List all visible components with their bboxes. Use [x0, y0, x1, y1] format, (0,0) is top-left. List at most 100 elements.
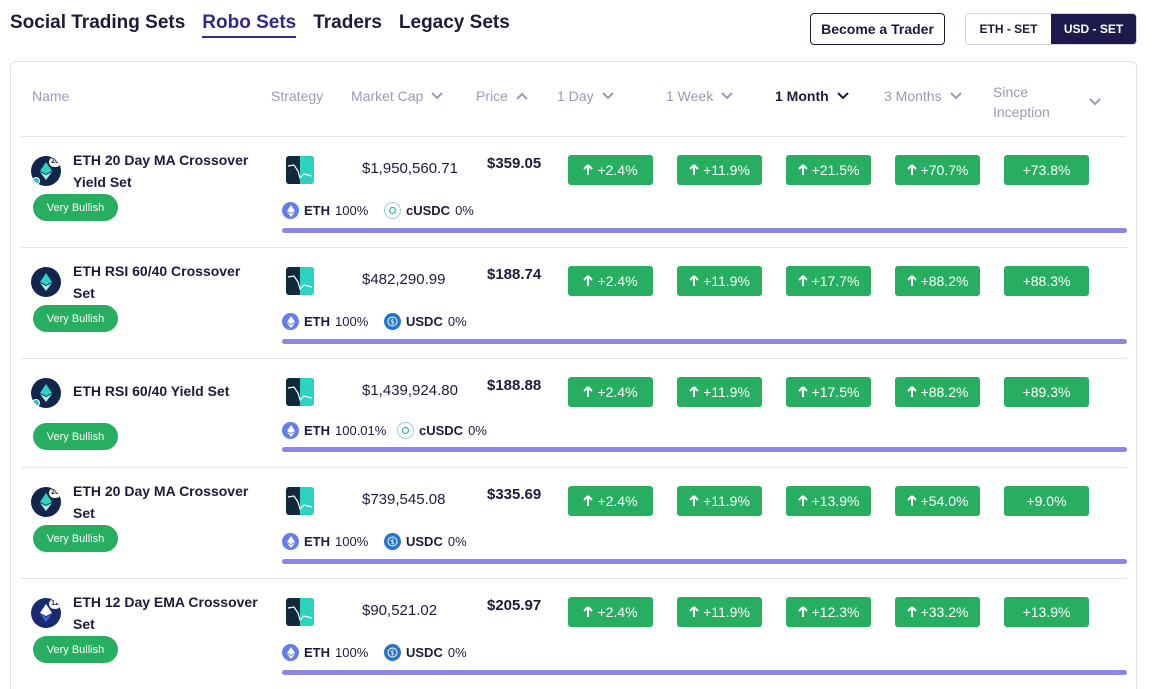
change-1-week[interactable]: +11.9%: [677, 597, 762, 627]
chevron-down-icon: [1089, 98, 1101, 106]
tab-legacy-sets[interactable]: Legacy Sets: [399, 12, 510, 38]
table-row[interactable]: 20 ETH 20 Day MA Crossover Yield Set Ver…: [21, 137, 1127, 248]
change-1-week[interactable]: +11.9%: [677, 155, 762, 185]
toggle-usd-set[interactable]: USD - SET: [1051, 14, 1136, 44]
price-value: $205.97: [487, 597, 542, 614]
eth-coin-icon: [282, 644, 299, 661]
set-name[interactable]: ETH 20 Day MA Crossover Set: [73, 480, 263, 524]
change-3-months[interactable]: +33.2%: [895, 597, 980, 627]
header-price[interactable]: Price: [476, 86, 528, 106]
allocation-percent: 100%: [335, 203, 369, 218]
change-since-inception[interactable]: +88.3%: [1004, 266, 1089, 296]
table-row[interactable]: 12 ETH 12 Day EMA Crossover Set Very Bul…: [21, 579, 1127, 689]
tab-social-trading-sets[interactable]: Social Trading Sets: [10, 12, 185, 38]
change-1-month[interactable]: +12.3%: [786, 597, 871, 627]
change-since-inception[interactable]: +73.8%: [1004, 155, 1089, 185]
change-1-week-value: +11.9%: [703, 384, 750, 400]
set-icon: 20: [31, 156, 61, 186]
header-1-month-label: 1 Month: [775, 88, 829, 104]
set-name[interactable]: ETH RSI 60/40 Yield Set: [73, 380, 263, 402]
arrow-up-icon: [689, 275, 699, 286]
eth-diamond-icon: [40, 273, 52, 291]
change-1-month[interactable]: +17.5%: [786, 377, 871, 407]
set-name[interactable]: ETH 20 Day MA Crossover Yield Set: [73, 149, 263, 193]
change-1-day[interactable]: +2.4%: [568, 155, 653, 185]
change-since-inception[interactable]: +89.3%: [1004, 377, 1089, 407]
arrow-up-icon: [583, 386, 594, 397]
change-since-inception-value: +88.3%: [1022, 273, 1071, 289]
change-1-month[interactable]: +17.7%: [786, 266, 871, 296]
arrow-up-icon: [797, 275, 808, 286]
allocation-percent: 100%: [335, 645, 369, 660]
cusdc-coin-icon: [397, 422, 414, 439]
robo-sets-table: Name Strategy Market Cap Price 1 Day 1 W…: [10, 61, 1137, 689]
chevron-down-icon: [601, 92, 614, 100]
table-row[interactable]: 20 ETH 20 Day MA Crossover Set Very Bull…: [21, 468, 1127, 579]
eth-coin-icon: [282, 533, 299, 550]
header-1-day[interactable]: 1 Day: [557, 86, 614, 106]
toggle-eth-set[interactable]: ETH - SET: [966, 14, 1051, 44]
change-1-week[interactable]: +11.9%: [677, 486, 762, 516]
change-since-inception[interactable]: +13.9%: [1004, 597, 1089, 627]
header-strategy-label: Strategy: [271, 88, 324, 104]
allocation-eth: ETH 100%: [282, 313, 368, 330]
table-row[interactable]: ETH RSI 60/40 Crossover Set Very Bullish…: [21, 248, 1127, 359]
allocation-stable: $ USDC 0%: [384, 313, 467, 330]
become-trader-button[interactable]: Become a Trader: [810, 13, 945, 45]
chevron-down-icon: [431, 92, 444, 100]
change-1-week[interactable]: +11.9%: [677, 377, 762, 407]
chevron-down-icon: [721, 92, 733, 100]
table-row[interactable]: ETH RSI 60/40 Yield Set Very Bullish $1,…: [21, 359, 1127, 468]
sentiment-badge: Very Bullish: [33, 525, 118, 552]
allocation-bar: [282, 670, 1127, 675]
tab-traders[interactable]: Traders: [313, 12, 382, 38]
change-3-months[interactable]: +54.0%: [895, 486, 980, 516]
header-market-cap-label: Market Cap: [351, 88, 424, 104]
eth-coin-icon: [282, 422, 299, 439]
change-1-week[interactable]: +11.9%: [677, 266, 762, 296]
header-1-week[interactable]: 1 Week: [666, 86, 733, 106]
currency-toggle: ETH - SET USD - SET: [965, 13, 1137, 45]
change-since-inception[interactable]: +9.0%: [1004, 486, 1089, 516]
allocation-eth: ETH 100%: [282, 533, 368, 550]
allocation-percent: 100%: [335, 314, 369, 329]
set-name[interactable]: ETH 12 Day EMA Crossover Set: [73, 591, 263, 635]
price-value: $335.69: [487, 486, 542, 503]
change-1-month[interactable]: +13.9%: [786, 486, 871, 516]
set-icon: [31, 267, 61, 297]
change-1-day-value: +2.4%: [597, 273, 638, 289]
strategy-chart-icon: [286, 156, 314, 184]
change-1-day[interactable]: +2.4%: [568, 377, 653, 407]
change-3-months[interactable]: +88.2%: [895, 377, 980, 407]
arrow-up-icon: [583, 495, 594, 506]
header-1-month[interactable]: 1 Month: [775, 86, 849, 106]
header-since-inception[interactable]: Since Inception: [993, 82, 1113, 122]
change-1-day[interactable]: +2.4%: [568, 597, 653, 627]
header-price-label: Price: [476, 88, 508, 104]
change-1-day-value: +2.4%: [597, 162, 638, 178]
change-3-months[interactable]: +70.7%: [895, 155, 980, 185]
change-3-months-value: +88.2%: [920, 273, 969, 289]
set-name[interactable]: ETH RSI 60/40 Crossover Set: [73, 260, 263, 304]
header-since-inception-label: Since Inception: [993, 84, 1050, 120]
change-1-month[interactable]: +21.5%: [786, 155, 871, 185]
arrow-up-icon: [797, 164, 808, 175]
tab-robo-sets[interactable]: Robo Sets: [202, 12, 297, 38]
header-market-cap[interactable]: Market Cap: [351, 86, 444, 106]
change-1-day[interactable]: +2.4%: [568, 486, 653, 516]
strategy-chart-icon: [286, 598, 314, 626]
set-icon: 12: [31, 598, 61, 628]
change-3-months-value: +88.2%: [920, 384, 969, 400]
arrow-up-icon: [797, 606, 808, 617]
change-1-day[interactable]: +2.4%: [568, 266, 653, 296]
header-3-months[interactable]: 3 Months: [884, 86, 962, 106]
change-1-day-value: +2.4%: [597, 493, 638, 509]
set-icon-badge: 12: [49, 599, 61, 609]
arrow-up-icon: [906, 275, 917, 286]
change-3-months[interactable]: +88.2%: [895, 266, 980, 296]
cusdc-coin-icon: [384, 202, 401, 219]
header-3-months-label: 3 Months: [884, 88, 942, 104]
allocation-bar: [282, 447, 1127, 452]
header-name-label: Name: [32, 88, 70, 104]
change-since-inception-value: +13.9%: [1022, 604, 1071, 620]
